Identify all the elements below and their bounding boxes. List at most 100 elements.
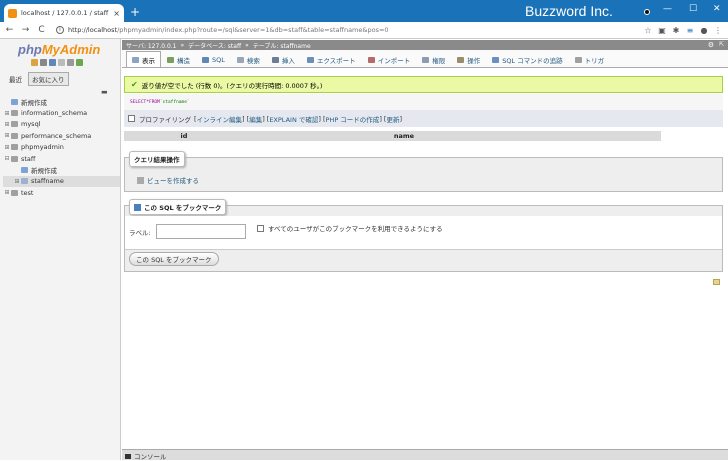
bookmark-shared-option[interactable]: すべてのユーザがこのブックマークを利用できるようにする	[257, 223, 443, 233]
profiling-checkbox[interactable]	[128, 115, 135, 122]
column-header-name[interactable]: name	[304, 132, 504, 140]
tree-item-label[interactable]: phpmyadmin	[21, 143, 64, 151]
database-icon	[11, 110, 18, 117]
browser-menu-icon[interactable]: ⋮	[711, 26, 725, 35]
menu-tab[interactable]: トリガ	[569, 51, 611, 67]
tree-expander-icon[interactable]: ⊞	[3, 121, 11, 128]
tab-recent[interactable]: 最近	[5, 72, 26, 86]
tree-expander-icon[interactable]: ⊞	[3, 189, 11, 196]
tree-item[interactable]: ⊞ test	[3, 187, 120, 198]
tree-item-label[interactable]: performance_schema	[21, 132, 91, 140]
docs-icon[interactable]	[49, 59, 56, 66]
tree-item[interactable]: 新規作成	[3, 164, 120, 175]
tree-item[interactable]: ⊞ phpmyadmin	[3, 142, 120, 153]
tree-expander-icon[interactable]: ⊞	[13, 178, 21, 185]
gear-icon[interactable]: ⚙	[708, 41, 714, 49]
tree-expander-icon[interactable]: ⊟	[3, 155, 11, 162]
crumb-server[interactable]: サーバ: 127.0.0.1	[126, 41, 177, 50]
reload-nav-icon[interactable]	[76, 59, 83, 66]
logout-icon[interactable]	[40, 59, 47, 66]
info-icon[interactable]: i	[56, 26, 64, 34]
tree-item-label[interactable]: 新規作成	[21, 97, 47, 107]
tree-item-label[interactable]: mysql	[21, 120, 41, 128]
phpmyadmin-logo[interactable]: phpMyAdmin	[18, 42, 100, 57]
fullscreen-icon[interactable]: ⇱	[719, 41, 724, 48]
menu-tab[interactable]: 検索	[231, 51, 266, 67]
bookmark-form: ラベル: すべてのユーザがこのブックマークを利用できるようにする	[125, 216, 722, 250]
tree-item[interactable]: ⊞ performance_schema	[3, 130, 120, 141]
menu-tab-label: 挿入	[281, 56, 295, 65]
tree-item-label[interactable]: 新規作成	[31, 165, 57, 175]
menu-tab[interactable]: エクスポート	[301, 51, 362, 67]
profile-icon[interactable]: ●	[697, 26, 711, 35]
menu-tab[interactable]: インポート	[362, 51, 417, 67]
edit-link[interactable]: 編集	[249, 114, 262, 124]
maximize-button[interactable]: ☐	[689, 4, 697, 14]
menu-tab-icon	[574, 56, 582, 63]
extensions-icon[interactable]: ✱	[669, 26, 683, 35]
menu-tab-icon	[367, 56, 375, 63]
tree-item[interactable]: ⊞ staffname	[3, 175, 120, 188]
menu-tab-label: インポート	[377, 56, 411, 65]
bookmark-star-icon[interactable]: ☆	[641, 26, 655, 35]
menu-tab-label: エクスポート	[316, 56, 356, 65]
tree-item-label[interactable]: information_schema	[21, 109, 87, 117]
settings-icon[interactable]	[67, 59, 74, 66]
php-code-link[interactable]: PHP コードの作成	[326, 114, 380, 124]
tree-expander-icon[interactable]: ⊞	[3, 144, 11, 151]
tree-item[interactable]: ⊞ information_schema	[3, 107, 120, 118]
tree-item[interactable]: ⊞ mysql	[3, 119, 120, 130]
home-icon[interactable]	[31, 59, 38, 66]
create-view-link[interactable]: ビューを作成する	[137, 175, 199, 185]
tree-expander-icon[interactable]: ⊞	[3, 110, 11, 117]
tab-close-icon[interactable]: ×	[113, 9, 120, 18]
profiling-bar: プロファイリング [ インライン編集 ] [ 編集 ] [ EXPLAIN で確…	[124, 110, 723, 127]
query-operations-panel: クエリ結果操作 ビューを作成する	[124, 151, 723, 192]
menu-tab[interactable]: 構造	[161, 51, 196, 67]
reading-list-icon[interactable]: ≡	[683, 26, 697, 35]
column-header-id[interactable]: id	[124, 132, 244, 140]
menu-tab[interactable]: 操作	[451, 51, 486, 67]
crumb-database[interactable]: データベース: staff	[188, 41, 241, 50]
reload-button[interactable]: C	[35, 25, 48, 35]
explain-link[interactable]: EXPLAIN で確認	[269, 114, 318, 124]
forward-button[interactable]: →	[19, 25, 32, 35]
tree-expander-icon[interactable]: ⊞	[3, 132, 11, 139]
tree-item[interactable]: 新規作成	[3, 96, 120, 107]
tree-item[interactable]: ⊟ staff	[3, 153, 120, 164]
menu-tab[interactable]: 挿入	[266, 51, 301, 67]
tab-favorites[interactable]: お気に入り	[28, 72, 69, 86]
menu-tab[interactable]: 表示	[126, 51, 161, 67]
print-icon[interactable]	[713, 279, 720, 285]
database-tree: 新規作成 ⊞ information_schema ⊞ mysql ⊞ performanc…	[3, 96, 120, 199]
menu-tab-label: SQL コマンドの追跡	[502, 56, 563, 65]
back-button[interactable]: ←	[3, 25, 16, 35]
brand-label: Buzzword Inc.	[525, 3, 613, 19]
url-host: http://localhost	[68, 26, 118, 34]
bookmark-submit-button[interactable]: この SQL をブックマーク	[129, 252, 219, 266]
screen-icon[interactable]: ▣	[655, 26, 669, 35]
database-icon	[11, 121, 18, 128]
crumb-table[interactable]: テーブル: staffname	[253, 41, 311, 50]
menu-tab[interactable]: SQL コマンドの追跡	[486, 51, 568, 67]
inline-edit-link[interactable]: インライン編集	[197, 114, 243, 124]
new-tab-button[interactable]: +	[130, 5, 140, 19]
menu-tab[interactable]: SQL	[196, 51, 231, 67]
browser-tab[interactable]: localhost / 127.0.0.1 / staff / staff ×	[4, 4, 124, 22]
bookmark-shared-checkbox[interactable]	[257, 224, 264, 232]
sql-docs-icon[interactable]	[58, 59, 65, 66]
url-field[interactable]: i http://localhost/phpmyadmin/index.php?…	[56, 26, 641, 34]
close-window-button[interactable]: ✕	[713, 4, 721, 14]
new-icon	[21, 167, 28, 174]
tree-item-label[interactable]: staff	[21, 155, 35, 163]
menu-tab-label: SQL	[212, 55, 225, 64]
menu-tab[interactable]: 権限	[416, 51, 451, 67]
tree-item-label[interactable]: staffname	[31, 177, 64, 185]
menu-tab-label: 操作	[467, 56, 481, 65]
tree-item-label[interactable]: test	[21, 189, 33, 197]
bookmark-label-input[interactable]	[156, 224, 246, 239]
minimize-button[interactable]: —	[663, 4, 672, 14]
refresh-link[interactable]: 更新	[386, 114, 399, 124]
collapse-all-icon[interactable]: ▬	[101, 88, 108, 96]
bookmark-icon	[134, 203, 141, 211]
